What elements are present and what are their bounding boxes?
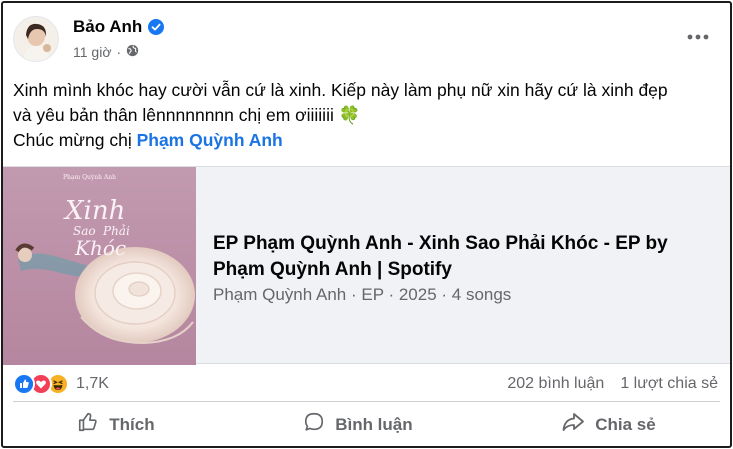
engagement-counts: 202 bình luận 1 lượt chia sẻ [507, 375, 718, 393]
album-cover-image[interactable]: Phạm Quỳnh Anh Xinh Sao Phải Khóc [3, 167, 196, 365]
share-button[interactable]: Chia sẻ [541, 405, 675, 444]
like-button-label: Thích [109, 414, 155, 434]
action-divider [13, 401, 720, 402]
cover-artist-text: Phạm Quỳnh Anh [63, 174, 116, 181]
post-timestamp[interactable]: 11 giờ [73, 44, 112, 60]
clover-emoji-icon: 🍀 [338, 105, 361, 125]
like-button[interactable]: Thích [57, 405, 174, 444]
post-text-line-2: và yêu bản thân lênnnnnnnn chị em ơiiiii… [13, 103, 723, 128]
link-preview[interactable]: Phạm Quỳnh Anh Xinh Sao Phải Khóc EP Phạ… [3, 166, 730, 365]
share-button-label: Chia sẻ [595, 414, 656, 434]
author-avatar[interactable] [13, 16, 59, 62]
meta-separator: · [116, 44, 122, 60]
post-message: Xinh mình khóc hay cười vẫn cứ là xinh. … [13, 78, 723, 153]
cover-title-line-4: Khóc [74, 236, 126, 260]
post-text-line-3-prefix: Chúc mừng chị [13, 130, 137, 150]
post-text-line-2-content: và yêu bản thân lênnnnnnnn chị em ơiiiii… [13, 105, 334, 125]
post-text-line-1: Xinh mình khóc hay cười vẫn cứ là xinh. … [13, 80, 668, 100]
like-reaction-icon [13, 373, 35, 395]
facebook-post-card: Bảo Anh 11 giờ · Xinh mình khóc hay cười… [1, 1, 732, 448]
comment-button[interactable]: Bình luận [283, 405, 432, 444]
author-name-row: Bảo Anh [73, 17, 165, 37]
mention-link[interactable]: Phạm Quỳnh Anh [137, 130, 283, 150]
share-count[interactable]: 1 lượt chia sẻ [620, 375, 718, 393]
globe-icon[interactable] [126, 44, 139, 60]
post-text-line-3: Chúc mừng chị Phạm Quỳnh Anh [13, 128, 723, 153]
comment-count[interactable]: 202 bình luận [507, 375, 604, 393]
author-name[interactable]: Bảo Anh [73, 17, 142, 37]
share-icon [561, 411, 585, 438]
verified-badge-icon [148, 19, 165, 35]
link-preview-title[interactable]: EP Phạm Quỳnh Anh - Xinh Sao Phải Khóc -… [213, 231, 713, 283]
comment-button-label: Bình luận [335, 414, 413, 434]
post-meta: 11 giờ · [73, 44, 139, 60]
reaction-summary[interactable]: 1,7K [13, 373, 109, 395]
link-preview-subtitle: Phạm Quỳnh Anh · EP · 2025 · 4 songs [213, 285, 512, 304]
cover-title-line-1: Xinh [63, 196, 125, 226]
thumbs-up-icon [77, 411, 99, 438]
reaction-count[interactable]: 1,7K [76, 375, 109, 393]
post-action-bar: Thích Bình luận Chia sẻ [3, 403, 730, 446]
more-horizontal-icon[interactable] [684, 27, 712, 47]
comment-icon [303, 411, 325, 438]
